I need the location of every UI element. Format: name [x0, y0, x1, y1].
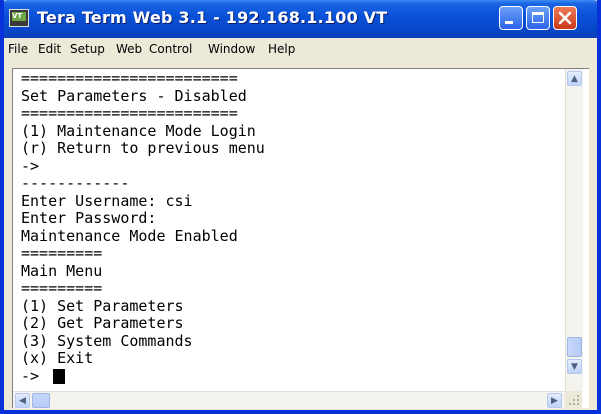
- close-icon: [558, 11, 572, 25]
- minimize-button[interactable]: [499, 6, 523, 30]
- title-bar[interactable]: VT Tera Term Web 3.1 - 192.168.1.100 VT: [0, 0, 601, 38]
- terminal-line: Enter Password:: [21, 209, 157, 227]
- terminal-line: Maintenance Mode Enabled: [21, 227, 238, 245]
- menu-help[interactable]: Help: [268, 42, 295, 56]
- chevron-left-icon: ◀: [19, 396, 26, 406]
- minimize-icon: [505, 21, 513, 24]
- scroll-right-button[interactable]: ▶: [547, 393, 562, 408]
- terminal-line: ========================: [21, 69, 238, 87]
- terminal-area[interactable]: ======================== Set Parameters …: [12, 68, 589, 409]
- menu-bar: File Edit Setup Web Control Window Help: [4, 38, 597, 60]
- chevron-up-icon: ▲: [571, 74, 578, 84]
- scroll-up-button[interactable]: ▲: [567, 71, 582, 86]
- tera-term-window: VT Tera Term Web 3.1 - 192.168.1.100 VT …: [0, 0, 601, 414]
- chevron-right-icon: ▶: [551, 396, 558, 406]
- terminal-line: (1) Maintenance Mode Login: [21, 122, 256, 140]
- menu-file[interactable]: File: [8, 42, 28, 56]
- terminal-line: Main Menu: [21, 262, 103, 280]
- terminal-text[interactable]: ======================== Set Parameters …: [21, 69, 561, 389]
- terminal-line: Enter Username: csi: [21, 192, 193, 210]
- menu-edit[interactable]: Edit: [38, 42, 61, 56]
- terminal-line: (x) Exit: [21, 349, 94, 367]
- icon-vt-text: VT: [12, 12, 23, 20]
- menu-setup[interactable]: Setup: [70, 42, 105, 56]
- terminal-line: (2) Get Parameters: [21, 314, 184, 332]
- terminal-line: ->: [21, 157, 40, 175]
- close-button[interactable]: [553, 6, 577, 30]
- terminal-line: (3) System Commands: [21, 332, 193, 350]
- terminal-line: (r) Return to previous menu: [21, 139, 265, 157]
- window-title: Tera Term Web 3.1 - 192.168.1.100 VT: [37, 8, 388, 27]
- terminal-line: ------------: [21, 174, 130, 192]
- horizontal-scroll-thumb[interactable]: [32, 393, 50, 408]
- menu-web[interactable]: Web: [116, 42, 142, 56]
- terminal-line: ->: [21, 367, 40, 385]
- vertical-scroll-thumb[interactable]: [567, 337, 582, 357]
- vertical-scrollbar[interactable]: ▲ ▼: [565, 69, 583, 391]
- tera-term-icon[interactable]: VT: [9, 9, 29, 27]
- terminal-line: =========: [21, 279, 103, 297]
- terminal-line: Set Parameters - Disabled: [21, 87, 247, 105]
- menu-control[interactable]: Control: [149, 42, 192, 56]
- chevron-down-icon: ▼: [571, 362, 578, 372]
- maximize-button[interactable]: [526, 6, 550, 30]
- terminal-cursor: [53, 369, 65, 384]
- terminal-line: (1) Set Parameters: [21, 297, 184, 315]
- terminal-line: ========================: [21, 104, 238, 122]
- resize-grip[interactable]: [565, 391, 582, 408]
- horizontal-scrollbar[interactable]: ◀ ▶: [13, 391, 565, 409]
- menu-window[interactable]: Window: [208, 42, 255, 56]
- scroll-left-button[interactable]: ◀: [15, 393, 30, 408]
- terminal-line: =========: [21, 244, 103, 262]
- scroll-down-button[interactable]: ▼: [567, 359, 582, 374]
- maximize-icon: [532, 12, 544, 23]
